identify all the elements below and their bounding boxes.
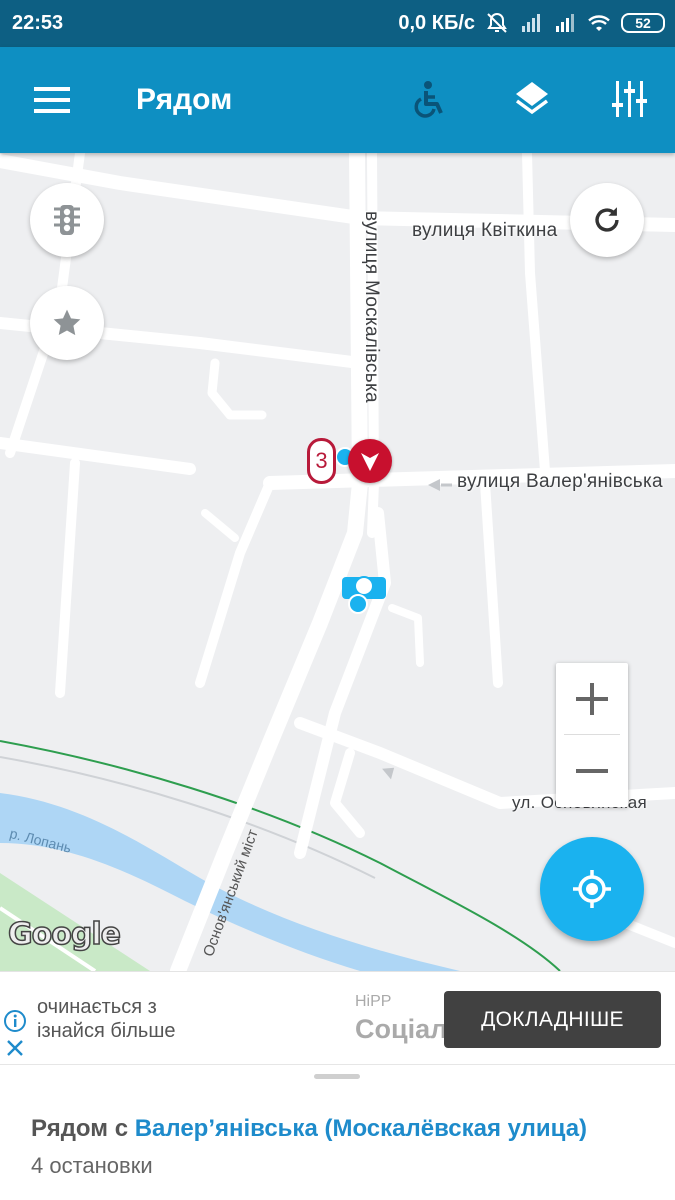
info-icon[interactable] (3, 1009, 27, 1033)
zoom-controls (556, 663, 628, 807)
sliders-icon[interactable] (608, 77, 652, 121)
ad-brand: HiPP (355, 993, 392, 1010)
stop-name-link[interactable]: Валер’янівська (Москалёвская улица) (135, 1115, 587, 1142)
close-icon[interactable] (5, 1038, 25, 1058)
street-label-valerianivska: вулиця Валер'янівська (457, 471, 663, 492)
ad-subtitle: Соціал (355, 1014, 448, 1044)
layers-icon[interactable] (510, 77, 554, 121)
status-bar: 22:53 0,0 КБ/с 52 (0, 0, 675, 47)
page-title: Рядом (136, 83, 233, 116)
status-time: 22:53 (12, 12, 64, 34)
wifi-icon (588, 15, 610, 31)
network-speed: 0,0 КБ/с (398, 11, 475, 34)
google-logo: Google (7, 916, 121, 953)
menu-icon[interactable] (34, 87, 70, 113)
bottom-sheet[interactable]: Рядом с Валер’янівська (Москалёвская ули… (0, 1064, 675, 1200)
minus-icon (576, 769, 608, 773)
traffic-toggle-button[interactable] (30, 183, 104, 257)
crosshair-icon (573, 870, 611, 908)
app-bar: Рядом (0, 47, 675, 153)
ad-banner[interactable]: очинається з ізнайся більше HiPP Соціал … (0, 971, 675, 1064)
stop-cluster-count[interactable]: 3 (307, 438, 336, 484)
street-label-moskalivska: вулиця Москалівська (361, 211, 382, 403)
zoom-in-button[interactable] (556, 663, 628, 735)
ad-cta-button[interactable]: ДОКЛАДНІШЕ (444, 991, 661, 1048)
muted-bell-icon (487, 12, 507, 33)
refresh-icon (595, 207, 619, 232)
zoom-out-button[interactable] (556, 735, 628, 807)
plus-icon (576, 683, 608, 715)
street-label-kvitkina: вулиця Квіткина (412, 220, 558, 241)
status-indicators: 0,0 КБ/с 52 (398, 10, 665, 36)
ad-text-line2: ізнайся більше (37, 1020, 176, 1042)
stops-count: 4 остановки (31, 1153, 153, 1178)
map-view[interactable]: вулиця Квіткина вулиця Москалівська вули… (0, 153, 675, 971)
ad-text-line1: очинається з (37, 996, 157, 1018)
sheet-drag-handle[interactable] (314, 1074, 360, 1079)
favorites-button[interactable] (30, 286, 104, 360)
sheet-title: Рядом с Валер’янівська (Москалёвская ули… (31, 1115, 587, 1143)
refresh-button[interactable] (570, 183, 644, 257)
wheelchair-icon[interactable] (406, 77, 450, 121)
user-position-marker[interactable] (348, 439, 392, 483)
my-location-button[interactable] (540, 837, 644, 941)
sheet-title-prefix: Рядом с (31, 1115, 135, 1142)
navigation-arrow-icon (361, 453, 379, 471)
star-icon (53, 309, 81, 336)
traffic-light-icon (54, 205, 80, 235)
signal-icon (556, 14, 574, 32)
battery-level: 52 (621, 13, 665, 33)
signal-roaming-icon (522, 14, 540, 32)
